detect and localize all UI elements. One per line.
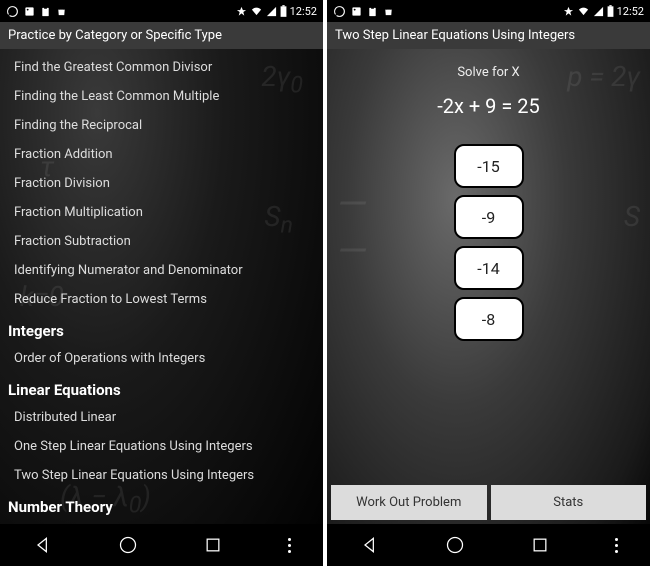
list-item[interactable]: Identifying Numerator and Denominator — [0, 256, 323, 285]
shop-icon — [383, 6, 394, 17]
list-item[interactable]: Fraction Multiplication — [0, 198, 323, 227]
list-item[interactable]: Fraction Subtraction — [0, 227, 323, 256]
home-icon[interactable] — [118, 535, 138, 555]
star-icon — [236, 6, 247, 17]
answer-list: -15 -9 -14 -8 — [454, 144, 524, 341]
signal-icon — [593, 6, 604, 17]
wifi-icon — [250, 6, 263, 17]
clipboard-icon — [40, 6, 51, 17]
clock: 12:52 — [290, 5, 317, 18]
image-icon — [351, 6, 362, 17]
whatsapp-icon — [333, 5, 346, 18]
list-item[interactable]: Two Step Linear Equations Using Integers — [0, 461, 323, 490]
bottom-buttons: Work Out Problem Stats — [327, 481, 650, 524]
back-icon[interactable] — [33, 535, 53, 555]
header-right: Two Step Linear Equations Using Integers — [327, 22, 650, 49]
list-item[interactable]: Finding the Least Common Multiple — [0, 82, 323, 111]
star-icon — [563, 6, 574, 17]
nav-bar — [327, 524, 650, 566]
list-item[interactable]: Fraction Addition — [0, 140, 323, 169]
clipboard-icon — [367, 6, 378, 17]
menu-icon[interactable] — [615, 538, 618, 553]
answer-button[interactable]: -9 — [454, 195, 524, 239]
list-item[interactable]: Reduce Fraction to Lowest Terms — [0, 285, 323, 314]
category-header: Number Theory — [0, 490, 323, 520]
nav-bar — [0, 524, 323, 566]
recent-icon[interactable] — [203, 535, 223, 555]
category-header: Linear Equations — [0, 373, 323, 403]
clock: 12:52 — [617, 5, 644, 18]
answer-button[interactable]: -15 — [454, 144, 524, 188]
phone-left: 2γ0 τ Sn k=0 (λ − λ0) 12:52 Practice by … — [0, 0, 323, 566]
wifi-icon — [577, 6, 590, 17]
signal-icon — [266, 6, 277, 17]
list-item[interactable]: Finding the Reciprocal — [0, 111, 323, 140]
image-icon — [24, 6, 35, 17]
list-item[interactable]: Distributed Linear — [0, 403, 323, 432]
menu-icon[interactable] — [288, 538, 291, 553]
header-left: Practice by Category or Specific Type — [0, 22, 323, 49]
equation: -2x + 9 = 25 — [437, 94, 540, 118]
list-item[interactable]: Fraction Division — [0, 169, 323, 198]
home-icon[interactable] — [445, 535, 465, 555]
list-item[interactable]: Order of Operations with Integers — [0, 344, 323, 373]
whatsapp-icon — [6, 5, 19, 18]
stats-button[interactable]: Stats — [491, 485, 647, 520]
list-item[interactable]: Find the Greatest Common Divisor — [0, 53, 323, 82]
shop-icon — [56, 6, 67, 17]
recent-icon[interactable] — [530, 535, 550, 555]
battery-icon — [607, 5, 614, 17]
solve-area: Solve for X -2x + 9 = 25 -15 -9 -14 -8 — [327, 49, 650, 481]
answer-button[interactable]: -8 — [454, 297, 524, 341]
battery-icon — [280, 5, 287, 17]
phone-right: p = 2γ —— S 12:52 Two Step Linear Equati… — [327, 0, 650, 566]
back-icon[interactable] — [360, 535, 380, 555]
category-header: Integers — [0, 314, 323, 344]
status-bar: 12:52 — [0, 0, 323, 22]
category-list[interactable]: Find the Greatest Common DivisorFinding … — [0, 49, 323, 524]
status-bar: 12:52 — [327, 0, 650, 22]
prompt: Solve for X — [457, 65, 519, 80]
workout-button[interactable]: Work Out Problem — [331, 485, 487, 520]
answer-button[interactable]: -14 — [454, 246, 524, 290]
list-item[interactable]: One Step Linear Equations Using Integers — [0, 432, 323, 461]
